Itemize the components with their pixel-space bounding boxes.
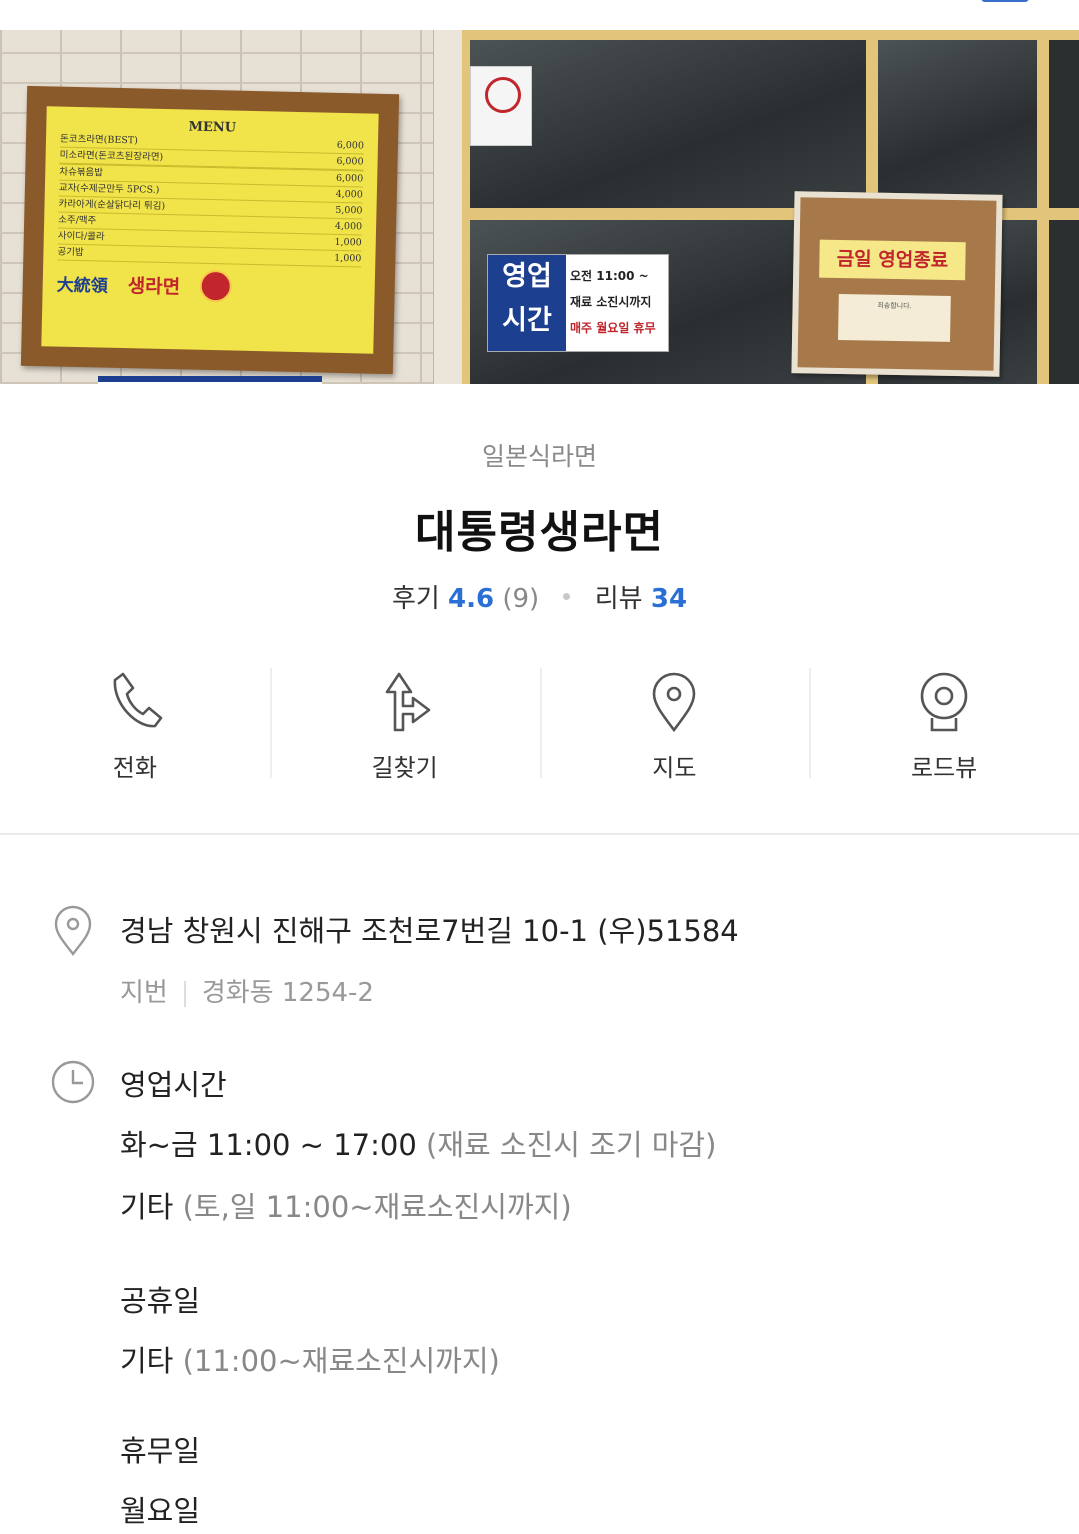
menu-item-name: 교자(수제군만두 5PCS.): [58, 182, 160, 196]
holiday-hours: 기타 (11:00~재료소진시까지): [120, 1338, 500, 1380]
directions-button[interactable]: 길찾기: [269, 660, 540, 784]
menu-brand: 大統領 생라면: [56, 267, 361, 306]
menu-item-price: 5,000: [335, 204, 363, 217]
map-button[interactable]: 지도: [539, 660, 810, 784]
menu-item-name: 미소라면(돈코츠된장라면): [59, 149, 164, 163]
blog-review-label: 리뷰: [594, 584, 643, 614]
review-score: 4.6: [448, 584, 495, 614]
location-pin-icon: [54, 905, 92, 956]
scroll-indicator: [981, 0, 1029, 2]
closed-sign-text: 금일 영업종료: [819, 239, 966, 281]
place-category: 일본식라면: [481, 442, 597, 471]
jibun-label: 지번: [120, 978, 168, 1008]
holiday-heading: 공휴일: [120, 1284, 201, 1318]
call-button[interactable]: 전화: [0, 660, 270, 784]
directions-label: 길찾기: [371, 754, 438, 782]
road-address[interactable]: 경남 창원시 진해구 조천로7번길 10-1 (우)51584: [120, 908, 739, 950]
hours-weekday-note: (재료 소진시 조기 마감): [426, 1128, 717, 1162]
holiday-label: 기타: [120, 1344, 174, 1378]
blog-review-count: 34: [650, 584, 688, 614]
separator-dot: [563, 593, 571, 600]
hours-weekday: 화~금 11:00 ~ 17:00 (재료 소진시 조기 마감): [120, 1122, 716, 1164]
clock-icon: [51, 1060, 95, 1104]
menu-item-name: 카라아게(순살닭다리 튀김): [58, 198, 166, 212]
menu-list: 돈코츠라면(BEST) 6,000 미소라면(돈코츠된장라면) 6,000 차슈볶음밥 6…: [57, 131, 365, 268]
place-photo[interactable]: MENU 돈코츠라면(BEST) 6,000 미소라면(돈코츠된장라면) 6,000 차…: [0, 30, 1079, 384]
map-pin-icon: [653, 672, 696, 733]
menu-item-name: 돈코츠라면(BEST): [59, 133, 139, 147]
hours-sign: 영업 시간 오전 11:00 ~ 재료 소진시까지 매주 월요일 휴무: [487, 254, 669, 352]
action-bar: 전화 길찾기 지도 로드뷰: [0, 660, 1079, 784]
menu-brand-hanja: 大統領: [56, 275, 108, 297]
menu-item-name: 공기밥: [57, 246, 84, 259]
hours-weekday-days: 화~금: [120, 1128, 198, 1162]
menu-item-price: 6,000: [336, 155, 364, 168]
brand-logo-icon: [199, 269, 233, 303]
menu-item-price: 1,000: [334, 236, 362, 249]
hours-other: 기타 (토,일 11:00~재료소진시까지): [120, 1184, 572, 1226]
rating-summary[interactable]: 후기 4.6 (9) 리뷰 34: [0, 578, 1079, 615]
holiday-note: (11:00~재료소진시까지): [182, 1344, 500, 1378]
top-status-strip: [0, 0, 1079, 30]
map-label: 지도: [652, 754, 697, 782]
hours-weekday-time: 11:00 ~ 17:00: [206, 1128, 417, 1162]
jibun-address: 지번 경화동 1254-2: [120, 972, 374, 1009]
phone-icon: [113, 672, 163, 728]
menu-item-name: 사이다/콜라: [57, 230, 105, 243]
review-count: (9): [502, 584, 540, 614]
hours-sign-line-3: 매주 월요일 휴무: [570, 321, 656, 335]
closed-note-text: 죄송합니다.: [838, 293, 951, 342]
menu-item-price: 6,000: [336, 139, 365, 152]
closed-day-value: 월요일: [120, 1494, 201, 1528]
no-smoking-sign: [470, 66, 532, 146]
hours-sign-line-1: 오전 11:00 ~: [570, 269, 649, 283]
menu-item-price: 4,000: [334, 220, 363, 233]
hours-heading: 영업시간: [120, 1068, 227, 1102]
closed-day-heading: 휴무일: [120, 1434, 201, 1468]
hours-other-note: (토,일 11:00~재료소진시까지): [182, 1190, 572, 1224]
review-label: 후기: [391, 584, 440, 614]
menu-item-name: 차슈볶음밥: [59, 166, 104, 179]
jibun-separator: [183, 980, 186, 1007]
directions-icon: [385, 672, 430, 732]
hours-sign-line-2: 재료 소진시까지: [570, 295, 652, 309]
menu-board: MENU 돈코츠라면(BEST) 6,000 미소라면(돈코츠된장라면) 6,000 차…: [20, 85, 400, 375]
hours-other-label: 기타: [120, 1190, 174, 1224]
hours-sign-title: 영업 시간: [488, 255, 566, 351]
section-divider: [0, 833, 1079, 835]
jibun-value: 경화동 1254-2: [201, 978, 374, 1008]
wall-sign-partial: [98, 376, 322, 384]
menu-item-name: 소주/맥주: [58, 214, 97, 227]
call-label: 전화: [112, 754, 157, 782]
closed-notice-board: 금일 영업종료 죄송합니다.: [791, 191, 1003, 377]
building-post: [433, 30, 465, 384]
roadview-button[interactable]: 로드뷰: [809, 660, 1079, 784]
menu-brand-name: 생라면: [127, 274, 181, 298]
menu-item-price: 4,000: [335, 188, 363, 201]
roadview-label: 로드뷰: [911, 754, 978, 782]
place-name: 대통령생라면: [415, 507, 664, 558]
menu-item-price: 1,000: [334, 252, 362, 265]
menu-item-price: 6,000: [335, 172, 364, 185]
roadview-icon: [920, 672, 968, 732]
